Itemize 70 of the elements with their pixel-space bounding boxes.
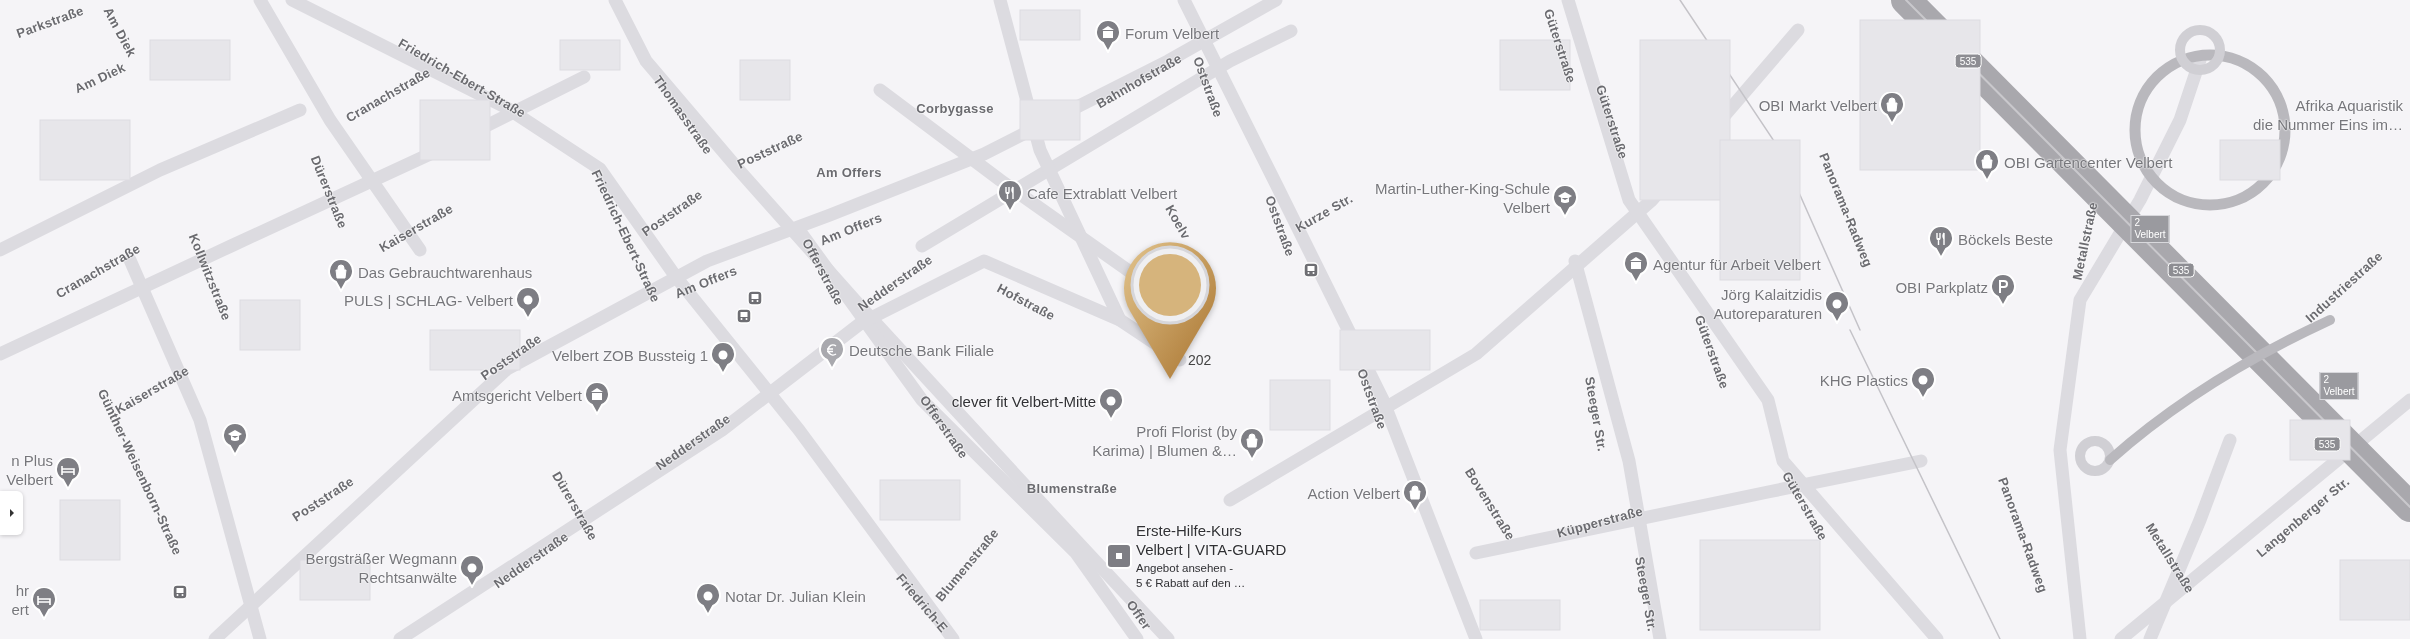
route-shield: 535 (2167, 262, 2195, 278)
shopping-bag-marker-icon[interactable] (1974, 149, 2000, 182)
building-block (559, 39, 621, 71)
building-block (1019, 9, 1081, 41)
street-label: Steeger Str. (1632, 555, 1660, 633)
bus-stop-icon[interactable] (747, 290, 763, 306)
place-label[interactable]: Agentur für Arbeit Velbert (1653, 254, 1821, 274)
place-label[interactable]: Böckels Beste (1958, 229, 2054, 249)
fork-knife-marker-icon[interactable] (997, 180, 1023, 213)
place-label[interactable]: n Plus Velbert (6, 451, 53, 489)
fork-knife-marker-icon[interactable] (1928, 226, 1954, 259)
columns-marker-icon[interactable] (584, 382, 610, 415)
dot-marker-icon[interactable] (515, 287, 541, 320)
exit-sign: 2 Velbert (2130, 215, 2170, 243)
building-block (1269, 379, 1331, 431)
dot-marker-icon[interactable] (1098, 388, 1124, 421)
place-label[interactable]: Forum Velbert (1125, 23, 1220, 43)
street-label: Am Offers (816, 164, 882, 180)
place-label[interactable]: PULS | SCHLAG- Velbert (344, 290, 513, 310)
place-label[interactable]: Martin-Luther-King-Schule Velbert (1374, 179, 1550, 217)
bus-stop-icon[interactable] (736, 308, 752, 324)
building-block (1019, 99, 1081, 141)
place-label[interactable]: Erste-Hilfe-Kurs Velbert | VITA-GUARD (1136, 521, 1287, 559)
place-label[interactable]: Notar Dr. Julian Klein (725, 586, 866, 606)
place-label[interactable]: hr ert (11, 581, 29, 619)
euro-marker-icon[interactable] (819, 337, 845, 370)
route-shield: 535 (2313, 436, 2341, 452)
shopping-bag-marker-icon[interactable] (1402, 480, 1428, 513)
dot-marker-icon[interactable] (1824, 291, 1850, 324)
parking-marker-icon[interactable] (1990, 274, 2016, 307)
street-label: Am Diek (72, 59, 128, 97)
building-block (2289, 419, 2351, 461)
street-label: Steeger Str. (1582, 375, 1610, 453)
shopping-bag-marker-icon[interactable] (1239, 428, 1265, 461)
exit-sign: 2 Velbert (2319, 372, 2359, 400)
place-label[interactable]: OBI Parkplatz (1895, 277, 1988, 297)
dot-marker-icon[interactable] (459, 555, 485, 588)
dot-marker-icon[interactable] (1910, 367, 1936, 400)
place-label[interactable]: Action Velbert (1307, 483, 1400, 503)
caret-icon (7, 508, 16, 518)
place-label[interactable]: Amtsgericht Velbert (451, 385, 582, 405)
building-marker-icon[interactable] (1095, 20, 1121, 53)
marker-label: 202 (1188, 352, 1212, 368)
bus-stop-icon[interactable] (172, 584, 188, 600)
place-label[interactable]: OBI Markt Velbert (1758, 95, 1877, 115)
place-note: Angebot ansehen - 5 € Rabatt auf den … (1136, 561, 1247, 591)
building-block (2219, 139, 2281, 181)
dot-marker-icon[interactable] (695, 583, 721, 616)
columns-marker-icon[interactable] (1623, 251, 1649, 284)
street-label: Blumenstraße (1026, 480, 1118, 496)
graduation-cap-marker-icon[interactable] (222, 423, 248, 456)
bed-marker-icon[interactable] (55, 457, 81, 490)
place-label[interactable]: Velbert ZOB Bussteig 1 (552, 345, 708, 365)
street-label: Am Diek (100, 4, 140, 60)
place-label[interactable]: Deutsche Bank Filiale (849, 340, 995, 360)
place-label[interactable]: Profi Florist (by Karima) | Blumen &… (1092, 422, 1237, 460)
place-label[interactable]: Das Gebrauchtwarenhaus (358, 262, 533, 282)
bed-marker-icon[interactable] (31, 587, 57, 620)
place-label[interactable]: Afrika Aquaristik die Nummer Eins im… (2252, 96, 2403, 134)
shopping-bag-marker-icon[interactable] (328, 259, 354, 292)
bus-stop-icon[interactable] (1303, 262, 1319, 278)
dot-marker-icon[interactable] (710, 342, 736, 375)
shopping-bag-marker-icon[interactable] (1879, 92, 1905, 125)
graduation-cap-marker-icon[interactable] (1552, 185, 1578, 218)
place-label[interactable]: Bergsträßer Wegmann Rechtsanwälte (305, 549, 457, 587)
place-label[interactable]: Cafe Extrablatt Velbert (1027, 183, 1178, 203)
place-label[interactable]: KHG Plastics (1819, 370, 1908, 390)
street-label: Corbygasse (916, 100, 994, 116)
route-shield: 535 (1954, 53, 1982, 69)
street-label: Am Offers (672, 262, 740, 302)
